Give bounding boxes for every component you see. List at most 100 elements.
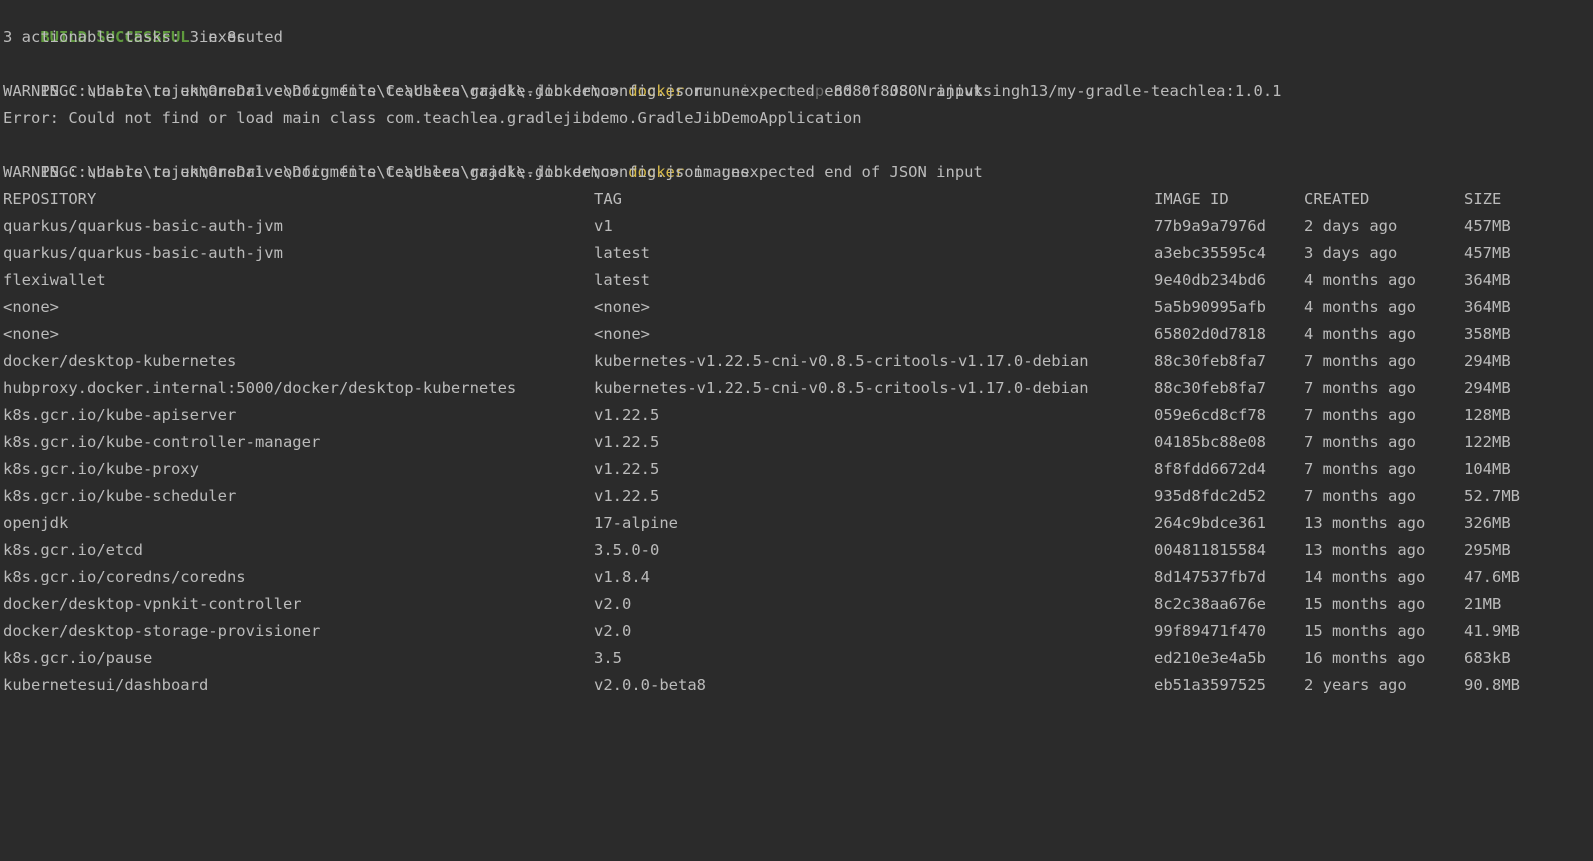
row-size: 294MB: [1464, 352, 1511, 370]
row-tag: v1.8.4: [594, 568, 650, 586]
tasks-line: 3 actionable tasks: 3 executed: [3, 28, 283, 46]
warning-line: WARNING: unable to unmarshal config file…: [3, 82, 983, 100]
row-created: 3 days ago: [1304, 244, 1398, 262]
row-size: 128MB: [1464, 406, 1511, 424]
row-size: 457MB: [1464, 244, 1511, 262]
row-image-id: 059e6cd8cf78: [1154, 406, 1266, 424]
table-row: kubernetesui/dashboard v2.0.0-beta8 eb51…: [3, 672, 1583, 699]
table-row: hubproxy.docker.internal:5000/docker/des…: [3, 375, 1583, 402]
table-row: quarkus/quarkus-basic-auth-jvm v1 77b9a9…: [3, 213, 1583, 240]
row-size: 41.9MB: [1464, 622, 1520, 640]
row-repository: k8s.gcr.io/kube-proxy: [3, 460, 199, 478]
table-row: k8s.gcr.io/kube-controller-manager v1.22…: [3, 429, 1583, 456]
row-created: 7 months ago: [1304, 379, 1416, 397]
row-size: 295MB: [1464, 541, 1511, 559]
header-image-id: IMAGE ID: [1154, 190, 1229, 208]
row-image-id: 264c9bdce361: [1154, 514, 1266, 532]
row-tag: v1.22.5: [594, 406, 660, 424]
row-created: 7 months ago: [1304, 406, 1416, 424]
row-tag: <none>: [594, 298, 650, 316]
table-row: docker/desktop-kubernetes kubernetes-v1.…: [3, 348, 1583, 375]
row-image-id: 935d8fdc2d52: [1154, 487, 1266, 505]
table-row: k8s.gcr.io/kube-scheduler v1.22.5 935d8f…: [3, 483, 1583, 510]
row-image-id: 9e40db234bd6: [1154, 271, 1266, 289]
warning-line: WARNING: unable to unmarshal config file…: [3, 163, 983, 181]
table-row: <none> <none> 65802d0d7818 4 months ago …: [3, 321, 1583, 348]
row-size: 364MB: [1464, 298, 1511, 316]
row-created: 4 months ago: [1304, 271, 1416, 289]
table-row: k8s.gcr.io/kube-proxy v1.22.5 8f8fdd6672…: [3, 456, 1583, 483]
row-image-id: 65802d0d7818: [1154, 325, 1266, 343]
row-image-id: eb51a3597525: [1154, 676, 1266, 694]
row-image-id: 04185bc88e08: [1154, 433, 1266, 451]
row-repository: k8s.gcr.io/kube-apiserver: [3, 406, 237, 424]
row-tag: v1.22.5: [594, 433, 660, 451]
row-repository: k8s.gcr.io/kube-controller-manager: [3, 433, 321, 451]
row-repository: k8s.gcr.io/etcd: [3, 541, 143, 559]
row-size: 683kB: [1464, 649, 1511, 667]
row-size: 364MB: [1464, 271, 1511, 289]
row-created: 2 days ago: [1304, 217, 1398, 235]
table-row: k8s.gcr.io/kube-apiserver v1.22.5 059e6c…: [3, 402, 1583, 429]
table-row: flexiwallet latest 9e40db234bd6 4 months…: [3, 267, 1583, 294]
header-size: SIZE: [1464, 190, 1502, 208]
build-result-line: BUILD SUCCESSFUL in 8s: [3, 0, 245, 46]
row-repository: quarkus/quarkus-basic-auth-jvm: [3, 217, 283, 235]
row-size: 358MB: [1464, 325, 1511, 343]
row-tag: 3.5.0-0: [594, 541, 660, 559]
row-created: 2 years ago: [1304, 676, 1407, 694]
table-header: REPOSITORY TAG IMAGE ID CREATED SIZE: [3, 186, 1583, 213]
row-size: 52.7MB: [1464, 487, 1520, 505]
row-repository: k8s.gcr.io/coredns/coredns: [3, 568, 246, 586]
row-created: 13 months ago: [1304, 514, 1426, 532]
row-repository: flexiwallet: [3, 271, 106, 289]
row-size: 47.6MB: [1464, 568, 1520, 586]
row-size: 104MB: [1464, 460, 1511, 478]
row-repository: docker/desktop-storage-provisioner: [3, 622, 321, 640]
table-row: k8s.gcr.io/etcd 3.5.0-0 004811815584 13 …: [3, 537, 1583, 564]
row-created: 15 months ago: [1304, 595, 1426, 613]
row-image-id: 5a5b90995afb: [1154, 298, 1266, 316]
row-image-id: 88c30feb8fa7: [1154, 379, 1266, 397]
row-created: 7 months ago: [1304, 487, 1416, 505]
row-created: 7 months ago: [1304, 433, 1416, 451]
row-tag: v1.22.5: [594, 487, 660, 505]
row-size: 457MB: [1464, 217, 1511, 235]
table-row: docker/desktop-storage-provisioner v2.0 …: [3, 618, 1583, 645]
table-row: quarkus/quarkus-basic-auth-jvm latest a3…: [3, 240, 1583, 267]
row-tag: <none>: [594, 325, 650, 343]
row-repository: k8s.gcr.io/pause: [3, 649, 153, 667]
row-tag: v2.0: [594, 595, 632, 613]
header-created: CREATED: [1304, 190, 1370, 208]
table-row: <none> <none> 5a5b90995afb 4 months ago …: [3, 294, 1583, 321]
row-created: 7 months ago: [1304, 460, 1416, 478]
row-image-id: ed210e3e4a5b: [1154, 649, 1266, 667]
row-image-id: 8c2c38aa676e: [1154, 595, 1266, 613]
row-tag: latest: [594, 271, 650, 289]
row-image-id: 8d147537fb7d: [1154, 568, 1266, 586]
row-image-id: 8f8fdd6672d4: [1154, 460, 1266, 478]
row-tag: v2.0.0-beta8: [594, 676, 706, 694]
error-line: Error: Could not find or load main class…: [3, 109, 862, 127]
row-repository: hubproxy.docker.internal:5000/docker/des…: [3, 379, 517, 397]
row-tag: 3.5: [594, 649, 622, 667]
row-image-id: 99f89471f470: [1154, 622, 1266, 640]
row-image-id: 88c30feb8fa7: [1154, 352, 1266, 370]
row-repository: k8s.gcr.io/kube-scheduler: [3, 487, 237, 505]
row-created: 13 months ago: [1304, 541, 1426, 559]
docker-images-command-line: PS C:\Users\rajek\OneDrive\Documents\tea…: [3, 132, 749, 181]
terminal-output[interactable]: BUILD SUCCESSFUL in 8s 3 actionable task…: [0, 0, 1593, 714]
header-tag: TAG: [594, 190, 622, 208]
row-created: 16 months ago: [1304, 649, 1426, 667]
row-size: 294MB: [1464, 379, 1511, 397]
row-tag: v2.0: [594, 622, 632, 640]
table-row: k8s.gcr.io/coredns/coredns v1.8.4 8d1475…: [3, 564, 1583, 591]
row-created: 4 months ago: [1304, 298, 1416, 316]
row-size: 122MB: [1464, 433, 1511, 451]
header-repository: REPOSITORY: [3, 190, 97, 208]
row-repository: kubernetesui/dashboard: [3, 676, 209, 694]
docker-run-command-line: PS C:\Users\rajek\OneDrive\Documents\tea…: [3, 51, 1281, 100]
row-repository: quarkus/quarkus-basic-auth-jvm: [3, 244, 283, 262]
row-tag: kubernetes-v1.22.5-cni-v0.8.5-critools-v…: [594, 379, 1089, 397]
row-repository: <none>: [3, 298, 59, 316]
